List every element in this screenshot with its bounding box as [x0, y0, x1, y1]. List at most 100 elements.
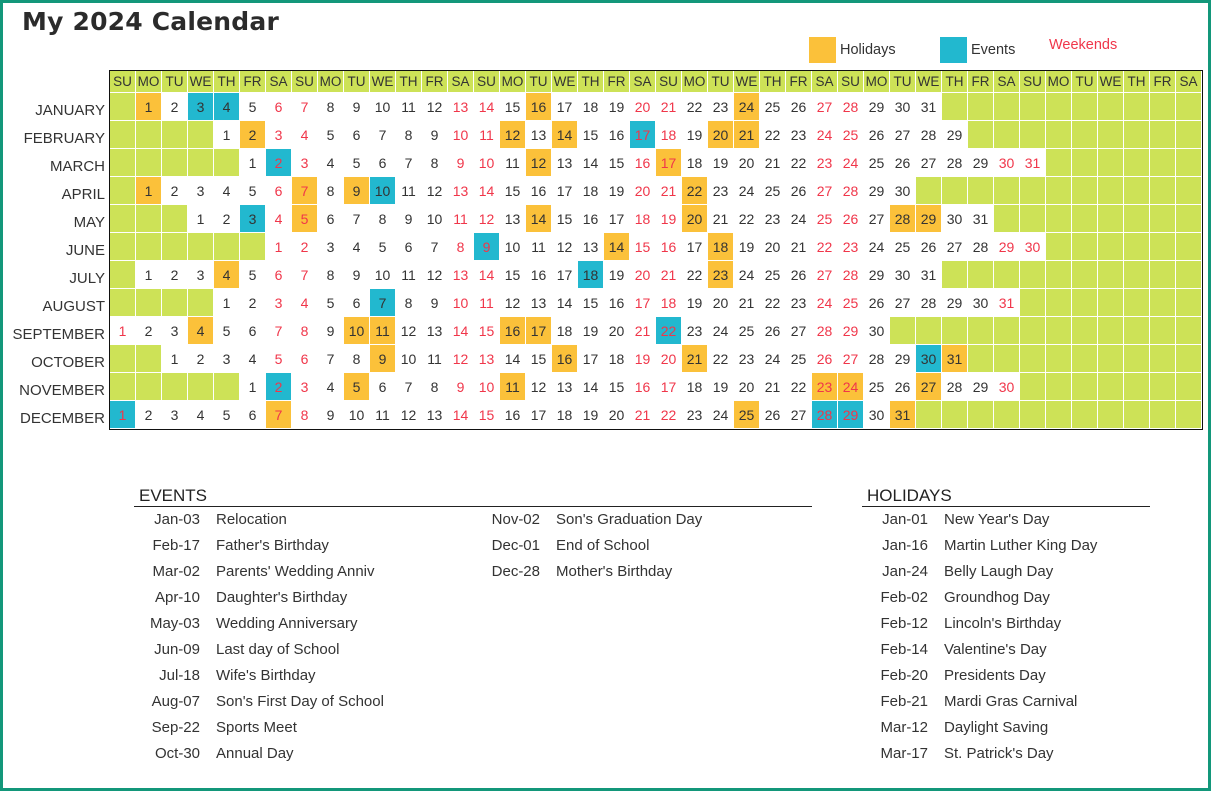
holiday-day-cell[interactable]: 27 — [916, 373, 942, 401]
day-cell[interactable]: 3 — [162, 317, 188, 345]
day-cell[interactable]: 31 — [1020, 149, 1046, 177]
day-cell[interactable]: 12 — [526, 373, 552, 401]
day-cell[interactable]: 27 — [890, 121, 916, 149]
day-cell[interactable]: 11 — [500, 149, 526, 177]
day-cell[interactable]: 12 — [422, 177, 448, 205]
day-cell[interactable]: 17 — [552, 177, 578, 205]
day-cell[interactable]: 26 — [786, 93, 812, 121]
day-cell[interactable]: 8 — [344, 345, 370, 373]
day-cell[interactable]: 5 — [266, 345, 292, 373]
holiday-day-cell[interactable]: 20 — [682, 205, 708, 233]
day-cell[interactable]: 24 — [812, 121, 838, 149]
day-cell[interactable]: 16 — [656, 233, 682, 261]
day-cell[interactable]: 13 — [526, 121, 552, 149]
day-cell[interactable]: 13 — [578, 233, 604, 261]
day-cell[interactable]: 15 — [604, 149, 630, 177]
day-cell[interactable]: 30 — [864, 401, 890, 429]
day-cell[interactable]: 1 — [188, 205, 214, 233]
holiday-day-cell[interactable]: 20 — [708, 121, 734, 149]
day-cell[interactable]: 5 — [344, 149, 370, 177]
day-cell[interactable]: 9 — [318, 317, 344, 345]
day-cell[interactable]: 28 — [838, 177, 864, 205]
day-cell[interactable]: 1 — [240, 149, 266, 177]
day-cell[interactable]: 7 — [396, 373, 422, 401]
day-cell[interactable]: 19 — [708, 373, 734, 401]
day-cell[interactable]: 31 — [968, 205, 994, 233]
day-cell[interactable]: 7 — [292, 261, 318, 289]
event-day-cell[interactable]: 29 — [838, 401, 864, 429]
day-cell[interactable]: 9 — [422, 121, 448, 149]
day-cell[interactable]: 12 — [396, 401, 422, 429]
day-cell[interactable]: 23 — [682, 401, 708, 429]
day-cell[interactable]: 10 — [474, 149, 500, 177]
day-cell[interactable]: 19 — [578, 401, 604, 429]
day-cell[interactable]: 15 — [474, 317, 500, 345]
day-cell[interactable]: 8 — [370, 205, 396, 233]
day-cell[interactable]: 3 — [266, 121, 292, 149]
day-cell[interactable]: 26 — [890, 149, 916, 177]
day-cell[interactable]: 30 — [994, 373, 1020, 401]
holiday-day-cell[interactable]: 1 — [136, 177, 162, 205]
day-cell[interactable]: 6 — [396, 233, 422, 261]
holiday-day-cell[interactable]: 16 — [500, 317, 526, 345]
day-cell[interactable]: 23 — [734, 345, 760, 373]
day-cell[interactable]: 25 — [760, 177, 786, 205]
day-cell[interactable]: 10 — [474, 373, 500, 401]
day-cell[interactable]: 11 — [370, 401, 396, 429]
day-cell[interactable]: 10 — [370, 261, 396, 289]
holiday-day-cell[interactable]: 1 — [136, 93, 162, 121]
day-cell[interactable]: 21 — [630, 317, 656, 345]
day-cell[interactable]: 14 — [578, 373, 604, 401]
day-cell[interactable]: 8 — [318, 177, 344, 205]
day-cell[interactable]: 11 — [526, 233, 552, 261]
day-cell[interactable]: 12 — [500, 289, 526, 317]
day-cell[interactable]: 27 — [812, 93, 838, 121]
day-cell[interactable]: 6 — [240, 401, 266, 429]
day-cell[interactable]: 16 — [578, 205, 604, 233]
day-cell[interactable]: 5 — [214, 401, 240, 429]
day-cell[interactable]: 15 — [526, 345, 552, 373]
day-cell[interactable]: 19 — [656, 205, 682, 233]
day-cell[interactable]: 19 — [578, 317, 604, 345]
day-cell[interactable]: 10 — [448, 289, 474, 317]
day-cell[interactable]: 11 — [422, 345, 448, 373]
day-cell[interactable]: 6 — [266, 93, 292, 121]
event-day-cell[interactable]: 2 — [266, 373, 292, 401]
day-cell[interactable]: 25 — [760, 261, 786, 289]
day-cell[interactable]: 21 — [708, 205, 734, 233]
day-cell[interactable]: 8 — [318, 261, 344, 289]
day-cell[interactable]: 19 — [630, 345, 656, 373]
day-cell[interactable]: 28 — [838, 261, 864, 289]
day-cell[interactable]: 20 — [630, 261, 656, 289]
day-cell[interactable]: 26 — [864, 121, 890, 149]
holiday-day-cell[interactable]: 5 — [292, 205, 318, 233]
day-cell[interactable]: 26 — [786, 261, 812, 289]
day-cell[interactable]: 5 — [370, 233, 396, 261]
day-cell[interactable]: 30 — [890, 177, 916, 205]
day-cell[interactable]: 21 — [656, 93, 682, 121]
day-cell[interactable]: 29 — [994, 233, 1020, 261]
day-cell[interactable]: 4 — [292, 289, 318, 317]
day-cell[interactable]: 1 — [214, 121, 240, 149]
holiday-day-cell[interactable]: 21 — [682, 345, 708, 373]
day-cell[interactable]: 20 — [760, 233, 786, 261]
day-cell[interactable]: 24 — [734, 177, 760, 205]
day-cell[interactable]: 14 — [474, 177, 500, 205]
day-cell[interactable]: 6 — [240, 317, 266, 345]
holiday-day-cell[interactable]: 2 — [240, 121, 266, 149]
day-cell[interactable]: 8 — [422, 373, 448, 401]
day-cell[interactable]: 6 — [344, 121, 370, 149]
day-cell[interactable]: 6 — [370, 373, 396, 401]
holiday-day-cell[interactable]: 7 — [266, 401, 292, 429]
day-cell[interactable]: 2 — [240, 289, 266, 317]
day-cell[interactable]: 26 — [760, 317, 786, 345]
day-cell[interactable]: 3 — [188, 261, 214, 289]
day-cell[interactable]: 1 — [266, 233, 292, 261]
day-cell[interactable]: 6 — [266, 261, 292, 289]
day-cell[interactable]: 25 — [812, 205, 838, 233]
day-cell[interactable]: 25 — [864, 373, 890, 401]
day-cell[interactable]: 3 — [162, 401, 188, 429]
day-cell[interactable]: 1 — [136, 261, 162, 289]
day-cell[interactable]: 28 — [812, 317, 838, 345]
day-cell[interactable]: 29 — [838, 317, 864, 345]
